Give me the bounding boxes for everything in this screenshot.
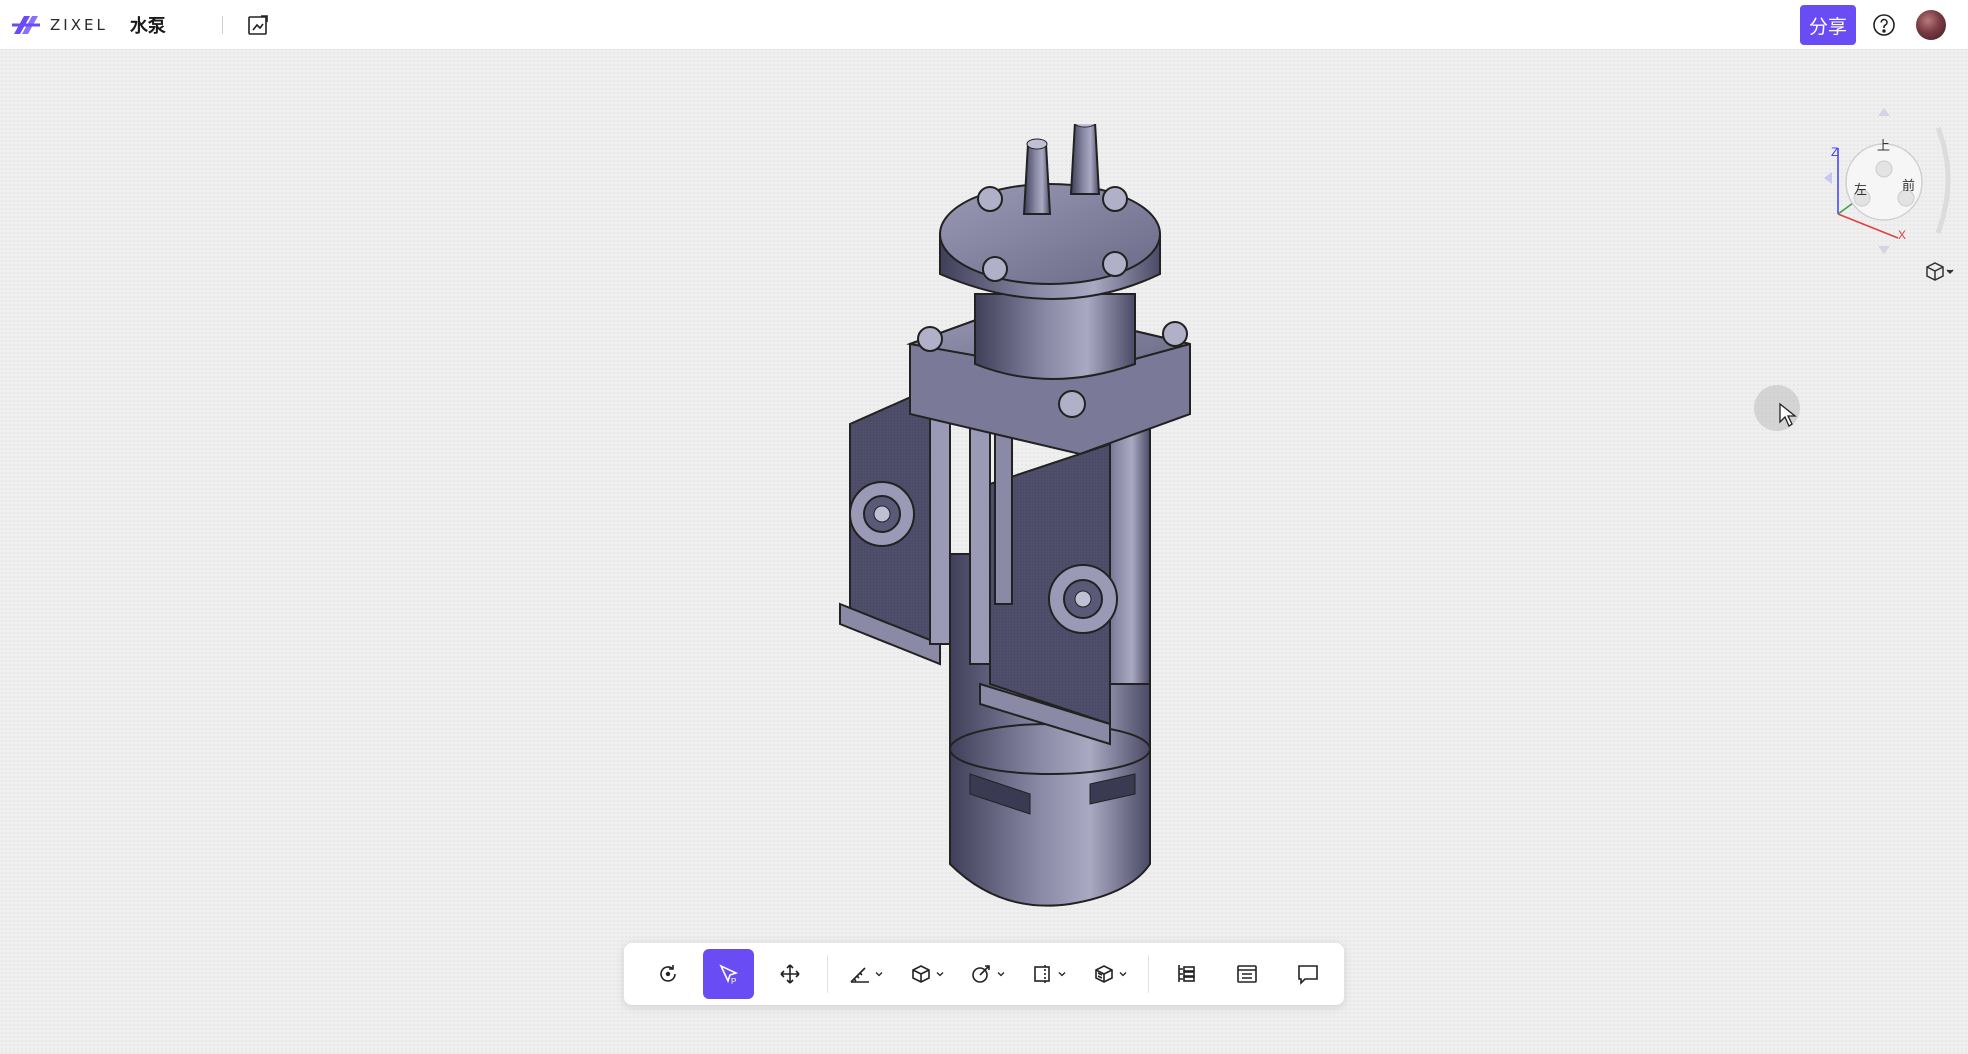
- pump-model[interactable]: [790, 124, 1250, 924]
- toolbar-divider: [1147, 955, 1149, 993]
- logo-text: ZIXEL: [50, 15, 108, 34]
- rotate-button[interactable]: [642, 949, 693, 999]
- chevron-down-icon: [1119, 972, 1127, 977]
- comment-button[interactable]: [1283, 949, 1334, 999]
- edit-image-icon: [248, 14, 268, 35]
- structure-tree-icon: [1178, 965, 1196, 982]
- cube-menu-button[interactable]: [1923, 259, 1955, 283]
- view-cube[interactable]: Z X 上 左 前: [1808, 98, 1958, 258]
- axis-x-label: X: [1898, 228, 1906, 242]
- svg-text:P: P: [731, 977, 736, 986]
- display-icon: [1095, 965, 1113, 983]
- cube-face-front: 前: [1902, 178, 1915, 194]
- mouse-cursor-icon: [1779, 402, 1797, 427]
- rotate-icon: [659, 965, 676, 982]
- move-button[interactable]: [764, 949, 815, 999]
- header-divider: [221, 15, 223, 34]
- chevron-down-icon: [875, 972, 883, 977]
- explode-button[interactable]: [962, 949, 1013, 999]
- user-avatar[interactable]: [1916, 10, 1946, 40]
- chevron-down-icon: [997, 972, 1005, 977]
- chevron-down-icon: [936, 972, 944, 977]
- top-bar: ZIXEL 水泵 分享: [0, 0, 1968, 50]
- help-circle-icon: [1873, 14, 1895, 36]
- structure-tree-button[interactable]: [1161, 949, 1212, 999]
- section-button[interactable]: [1024, 949, 1075, 999]
- axis-z-label: Z: [1831, 145, 1838, 159]
- section-icon: [1034, 965, 1050, 983]
- chevron-down-icon: [1058, 972, 1066, 977]
- display-button[interactable]: [1085, 949, 1136, 999]
- move-icon: [780, 964, 800, 984]
- cube-icon[interactable]: 上 左 前: [1845, 139, 1923, 221]
- measure-icon: [850, 967, 869, 983]
- view-mode-icon: [912, 965, 930, 983]
- document-title: 水泵: [129, 15, 166, 36]
- explode-icon: [972, 965, 990, 983]
- cube-face-left: 左: [1854, 183, 1867, 198]
- zixel-logo-icon: [12, 15, 40, 34]
- cube-face-top: 上: [1877, 139, 1890, 154]
- properties-button[interactable]: [1222, 949, 1273, 999]
- view-mode-button[interactable]: [901, 949, 952, 999]
- properties-icon: [1237, 965, 1258, 983]
- bottom-toolbar: P: [624, 943, 1344, 1005]
- select-icon: P: [718, 964, 738, 986]
- toolbar-divider: [827, 955, 829, 993]
- zixel-logo[interactable]: ZIXEL: [10, 0, 108, 50]
- help-button[interactable]: [1870, 11, 1898, 39]
- share-button[interactable]: 分享: [1800, 5, 1856, 45]
- box-dropdown-icon: [1926, 262, 1954, 281]
- select-button[interactable]: P: [703, 949, 755, 999]
- comment-icon: [1298, 965, 1319, 985]
- measure-button[interactable]: [840, 949, 891, 999]
- edit-button[interactable]: [243, 10, 273, 40]
